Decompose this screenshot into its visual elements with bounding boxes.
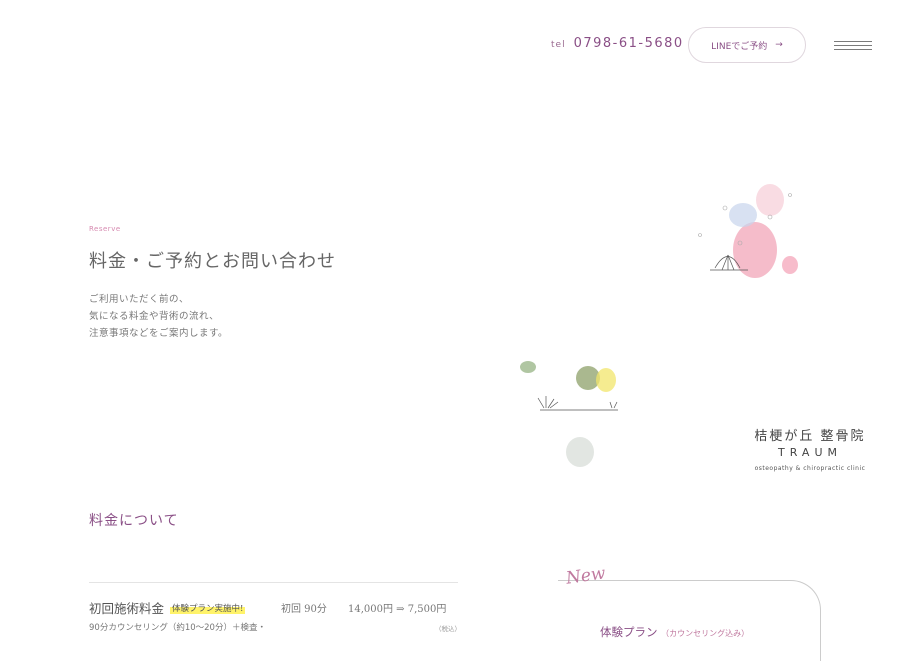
tel-label: tel <box>551 40 566 50</box>
page-title: 料金・ご予約とお問い合わせ <box>89 251 336 272</box>
tel-contact[interactable]: tel 0798-61-5680 <box>551 36 684 51</box>
watercolor-pink-blob <box>698 184 798 278</box>
price-tax-note: （税込） <box>435 625 461 633</box>
hamburger-menu-icon[interactable] <box>834 41 872 53</box>
intro-line: 注意事項などをご案内します。 <box>89 328 229 339</box>
clinic-name-en: TRAUM <box>778 446 842 459</box>
line-reserve-button[interactable]: LINEでご予約 → <box>688 27 806 63</box>
tel-number[interactable]: 0798-61-5680 <box>574 36 684 51</box>
line-reserve-label: LINEでご予約 <box>711 41 768 52</box>
plan-title: 体験プラン （カウンセリング込み） <box>600 624 749 640</box>
divider <box>89 582 458 583</box>
clinic-name-ja: 桔梗が丘 整骨院 <box>754 429 866 444</box>
intro-line: 気になる料金や背術の流れ、 <box>89 311 220 322</box>
price-visit: 初回 90分 <box>281 604 327 615</box>
menu-line <box>834 45 872 46</box>
menu-line <box>834 49 872 50</box>
trial-badge: 体験プラン実施中! <box>170 601 246 614</box>
price-description: 90分カウンセリング（約10〜20分）＋検査・ <box>89 623 266 633</box>
menu-line <box>834 41 872 42</box>
watercolor-green-blobs <box>520 361 616 467</box>
pricing-section-title: 料金について <box>89 513 179 529</box>
grass-drawing <box>537 396 618 411</box>
intro-text: ご利用いただく前の、 気になる料金や背術の流れ、 注意事項などをご案内します。 <box>89 291 228 342</box>
plan-title-text: 体験プラン <box>600 625 658 639</box>
clinic-subtitle: osteopathy & chiropractic clinic <box>754 465 866 472</box>
price-item-label: 初回施術料金 <box>89 601 165 616</box>
new-plan-card[interactable] <box>558 580 821 661</box>
clinic-logo: 桔梗が丘 整骨院 TRAUM osteopathy & chiropractic… <box>745 425 875 472</box>
price-amount: 14,000円 ⇒ 7,500円 <box>348 604 447 615</box>
intro-line: ご利用いただく前の、 <box>89 294 190 305</box>
section-eyebrow: Reserve <box>89 225 121 233</box>
arrow-right-icon: → <box>775 40 783 50</box>
plan-note: （カウンセリング込み） <box>661 629 750 638</box>
price-item-name: 初回施術料金 体験プラン実施中! <box>89 598 246 617</box>
